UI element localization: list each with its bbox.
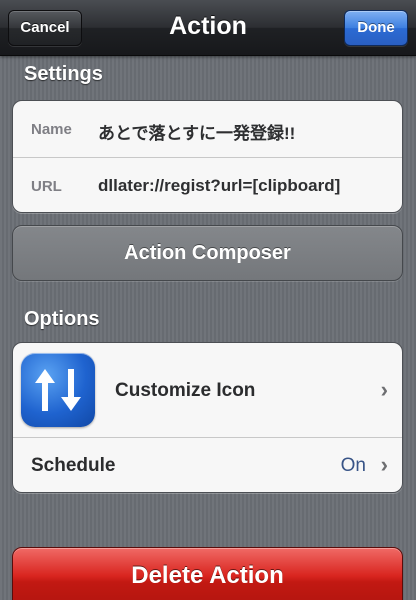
done-button[interactable]: Done <box>344 10 408 46</box>
settings-section-header: Settings <box>24 63 103 85</box>
schedule-label: Schedule <box>31 455 116 476</box>
name-field[interactable]: あとで落とすに一発登録!! <box>98 119 295 144</box>
up-down-arrows-icon <box>21 353 95 427</box>
chevron-right-icon: › <box>380 452 388 477</box>
url-row[interactable]: URL dllater://regist?url=[clipboard] <box>13 158 402 212</box>
chevron-right-icon: › <box>380 377 388 402</box>
name-row[interactable]: Name あとで落とすに一発登録!! <box>13 101 402 157</box>
url-field[interactable]: dllater://regist?url=[clipboard] <box>98 176 340 196</box>
navigation-bar: Cancel Action Done <box>0 0 416 56</box>
options-group: Customize Icon › Schedule On › <box>12 342 403 493</box>
action-composer-button[interactable]: Action Composer <box>12 225 403 281</box>
name-label: Name <box>31 121 72 138</box>
schedule-row[interactable]: Schedule On › <box>13 438 402 492</box>
url-label: URL <box>31 178 62 195</box>
options-section-header: Options <box>24 308 100 330</box>
customize-icon-row[interactable]: Customize Icon › <box>13 343 402 437</box>
schedule-value: On <box>340 455 366 476</box>
delete-action-button[interactable]: Delete Action <box>12 547 403 600</box>
settings-group: Name あとで落とすに一発登録!! URL dllater://regist?… <box>12 100 403 213</box>
customize-icon-label: Customize Icon <box>115 380 256 401</box>
